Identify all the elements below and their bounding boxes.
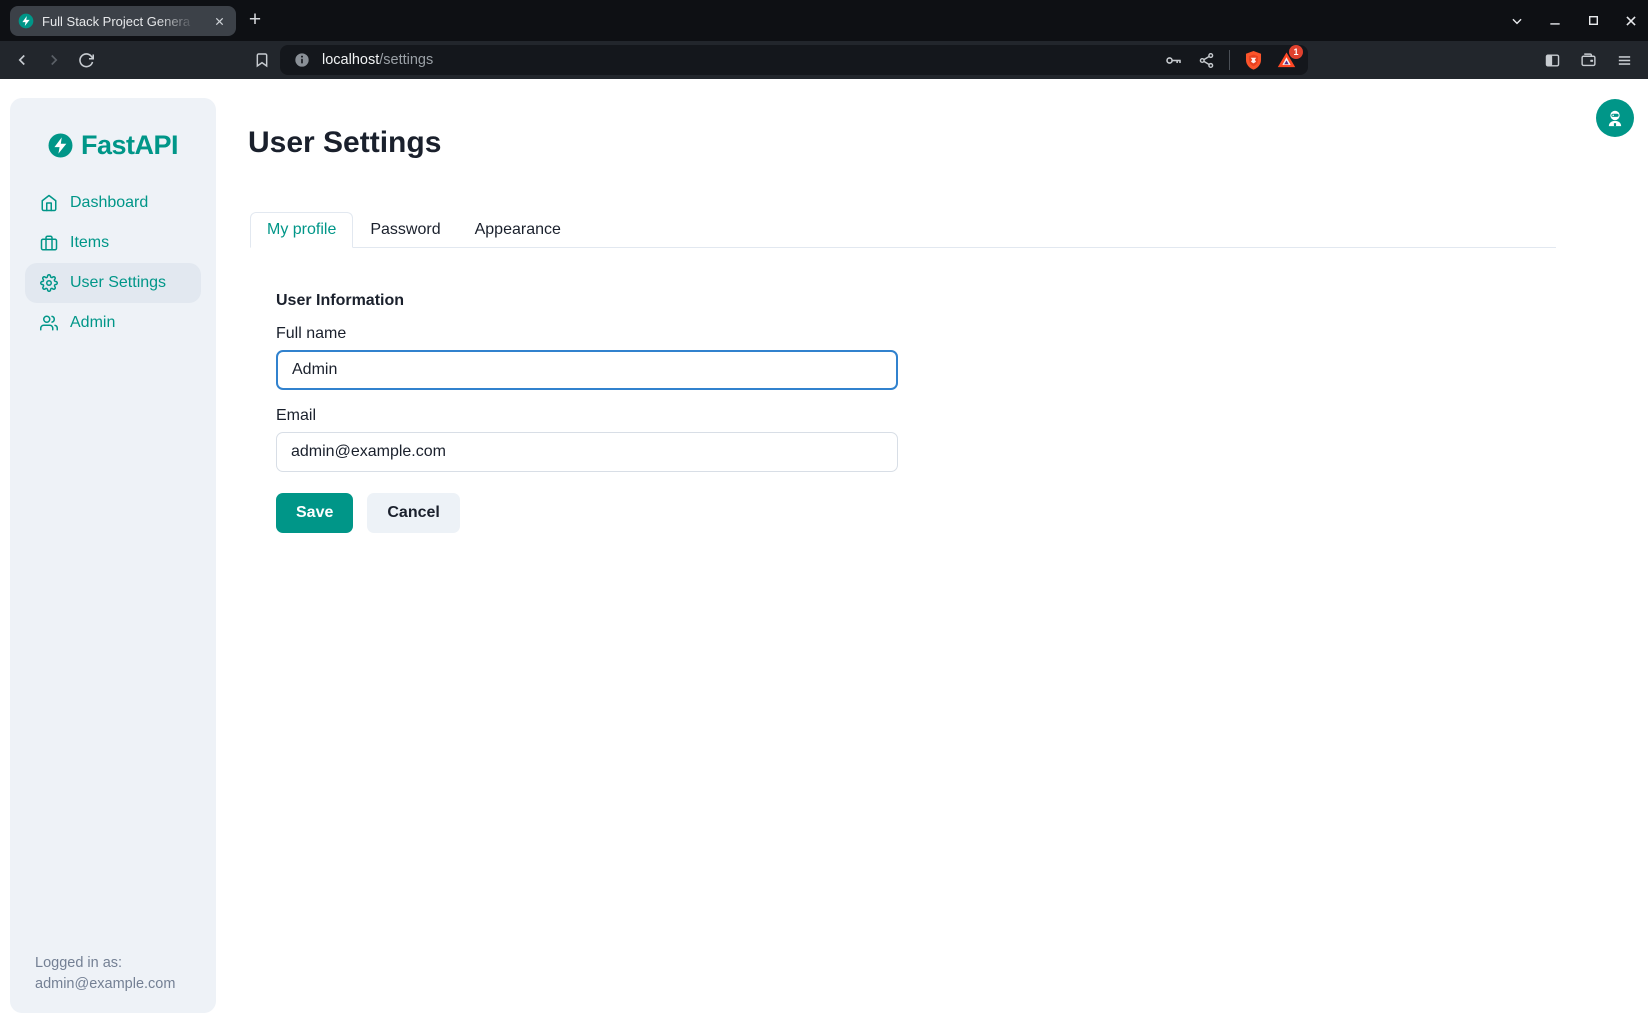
email-label: Email [276, 407, 898, 425]
sidebar-item-label: Admin [70, 314, 115, 332]
sidebar-panel-icon[interactable] [1538, 46, 1566, 74]
home-icon [40, 194, 58, 212]
user-astronaut-icon [1604, 107, 1626, 129]
fastapi-favicon-icon [18, 13, 34, 29]
gear-icon [40, 274, 58, 292]
cancel-button[interactable]: Cancel [367, 493, 459, 533]
tab-close-icon[interactable] [210, 12, 228, 30]
browser-titlebar: Full Stack Project Genera + [0, 0, 1648, 41]
tab-title: Full Stack Project Genera [42, 14, 202, 29]
sidebar-item-admin[interactable]: Admin [25, 303, 201, 343]
tab-search-icon[interactable] [1504, 8, 1530, 34]
screen: Full Stack Project Genera + [0, 0, 1648, 1025]
maximize-icon[interactable] [1580, 8, 1606, 34]
new-tab-button[interactable]: + [242, 7, 268, 33]
page-title: User Settings [248, 126, 441, 160]
key-icon[interactable] [1163, 50, 1183, 70]
browser-toolbar: localhost/settings 1 [0, 41, 1648, 79]
close-icon[interactable] [1618, 8, 1644, 34]
wallet-icon[interactable] [1574, 46, 1602, 74]
share-icon[interactable] [1196, 50, 1216, 70]
logged-in-info: Logged in as: admin@example.com [35, 953, 175, 995]
browser-tab[interactable]: Full Stack Project Genera [10, 6, 236, 36]
forward-icon[interactable] [40, 46, 68, 74]
divider [1229, 50, 1230, 70]
sidebar: FastAPI Dashboard Items [10, 98, 216, 1013]
logged-in-label: Logged in as: [35, 953, 175, 974]
sidebar-item-user-settings[interactable]: User Settings [25, 263, 201, 303]
full-name-label: Full name [276, 325, 898, 343]
sidebar-item-items[interactable]: Items [25, 223, 201, 263]
url-host: localhost [322, 52, 379, 68]
address-bar-actions: 1 [1163, 50, 1296, 70]
section-title: User Information [276, 292, 898, 310]
settings-tabs: My profile Password Appearance [250, 212, 1556, 248]
toolbar-right [1538, 46, 1648, 74]
sidebar-item-label: Items [70, 234, 109, 252]
email-input[interactable] [276, 432, 898, 472]
tab-appearance[interactable]: Appearance [458, 212, 578, 248]
reload-icon[interactable] [72, 46, 100, 74]
full-name-input[interactable] [276, 350, 898, 390]
back-icon[interactable] [8, 46, 36, 74]
briefcase-icon [40, 234, 58, 252]
user-menu-button[interactable] [1596, 99, 1634, 137]
logged-in-email: admin@example.com [35, 974, 175, 995]
sidebar-item-label: Dashboard [70, 194, 148, 212]
user-information-form: User Information Full name Email Save Ca… [276, 292, 898, 533]
sidebar-item-dashboard[interactable]: Dashboard [25, 183, 201, 223]
url-text: localhost/settings [322, 52, 433, 68]
url-path: /settings [379, 52, 433, 68]
bookmark-icon[interactable] [248, 46, 276, 74]
tab-my-profile[interactable]: My profile [250, 212, 353, 248]
tab-password[interactable]: Password [353, 212, 457, 248]
fastapi-logo-icon [48, 133, 73, 158]
brave-shield-icon[interactable] [1243, 50, 1263, 70]
fastapi-logo[interactable]: FastAPI [10, 98, 216, 161]
site-info-icon[interactable] [292, 50, 312, 70]
menu-icon[interactable] [1610, 46, 1638, 74]
window-controls [1504, 0, 1644, 41]
minimize-icon[interactable] [1542, 8, 1568, 34]
save-button[interactable]: Save [276, 493, 353, 533]
brave-rewards-icon[interactable]: 1 [1276, 50, 1296, 70]
sidebar-item-label: User Settings [70, 274, 166, 292]
users-icon [40, 314, 58, 332]
form-actions: Save Cancel [276, 493, 898, 533]
address-bar[interactable]: localhost/settings 1 [280, 45, 1308, 75]
app-page: FastAPI Dashboard Items [0, 79, 1648, 1025]
rewards-badge: 1 [1289, 45, 1303, 59]
logo-text: FastAPI [81, 130, 178, 161]
sidebar-nav: Dashboard Items User Settings [10, 183, 216, 343]
